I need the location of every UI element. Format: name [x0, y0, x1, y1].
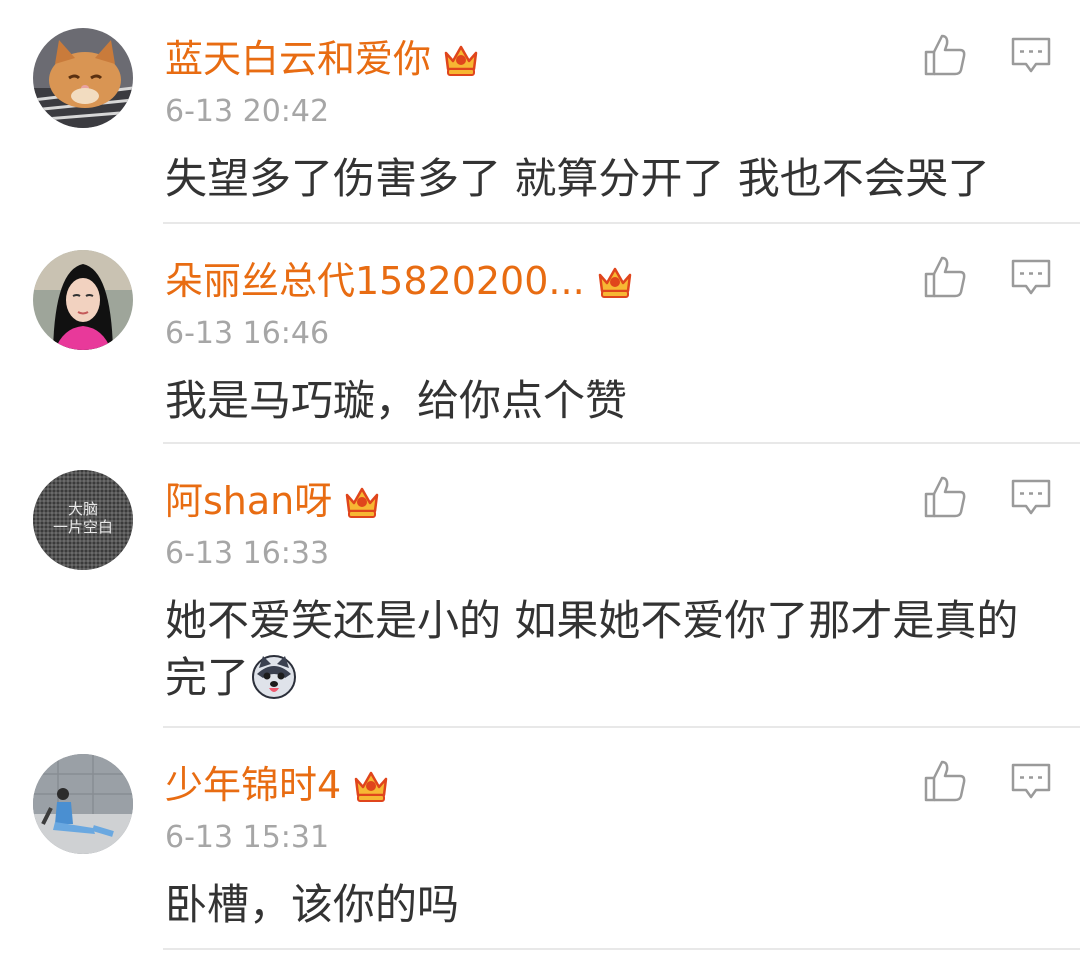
avatar-text-line1: 大脑 [68, 500, 98, 518]
husky-emoji-icon [251, 654, 297, 700]
like-thumb-icon[interactable] [922, 32, 968, 78]
username-row: 少年锦时4 [165, 760, 391, 810]
vip-crown-icon [351, 765, 391, 805]
username[interactable]: 少年锦时4 [165, 760, 341, 810]
like-thumb-icon[interactable] [922, 758, 968, 804]
reply-comment-icon[interactable] [1010, 762, 1052, 802]
like-thumb-icon[interactable] [922, 254, 968, 300]
comment-item: 大脑 一片空白 阿shan呀 6-13 16:33 她不爱笑还是小的 如果她不爱… [0, 442, 1080, 728]
avatar-text-line2: 一片空白 [53, 518, 113, 536]
comment-item: 少年锦时4 6-13 15:31 卧槽，该你的吗 [0, 726, 1080, 950]
username-row: 阿shan呀 [165, 476, 382, 526]
timestamp: 6-13 15:31 [165, 820, 330, 855]
comment-item: 蓝天白云和爱你 6-13 20:42 失望多了伤害多了 就算分开了 我也不会哭了 [0, 0, 1080, 224]
text-avatar-icon[interactable]: 大脑 一片空白 [33, 470, 133, 570]
reply-comment-icon[interactable] [1010, 478, 1052, 518]
vip-crown-icon [595, 261, 635, 301]
comment-text: 卧槽，该你的吗 [165, 880, 460, 929]
timestamp: 6-13 16:33 [165, 536, 330, 571]
person-sitting-avatar-icon[interactable] [33, 754, 133, 854]
username[interactable]: 朵丽丝总代15820200... [165, 256, 585, 306]
comment-text: 我是马巧璇，给你点个赞 [165, 376, 628, 425]
reply-comment-icon[interactable] [1010, 36, 1052, 76]
timestamp: 6-13 16:46 [165, 316, 330, 351]
comment-item: 朵丽丝总代15820200... 6-13 16:46 我是马巧璇，给你点个赞 [0, 222, 1080, 444]
comment-text: 失望多了伤害多了 就算分开了 我也不会哭了 [165, 154, 990, 203]
reply-comment-icon[interactable] [1010, 258, 1052, 298]
username-row: 蓝天白云和爱你 [165, 34, 481, 84]
woman-avatar-icon[interactable] [33, 250, 133, 350]
username[interactable]: 蓝天白云和爱你 [165, 34, 431, 84]
cat-avatar-icon[interactable] [33, 28, 133, 128]
comment-text: 她不爱笑还是小的 如果她不爱你了那才是真的完了 [165, 592, 1045, 706]
username[interactable]: 阿shan呀 [165, 476, 332, 526]
like-thumb-icon[interactable] [922, 474, 968, 520]
divider [163, 948, 1080, 950]
comment-list: 蓝天白云和爱你 6-13 20:42 失望多了伤害多了 就算分开了 我也不会哭了 [0, 0, 1080, 958]
vip-crown-icon [441, 39, 481, 79]
timestamp: 6-13 20:42 [165, 94, 330, 129]
vip-crown-icon [342, 481, 382, 521]
username-row: 朵丽丝总代15820200... [165, 256, 635, 306]
